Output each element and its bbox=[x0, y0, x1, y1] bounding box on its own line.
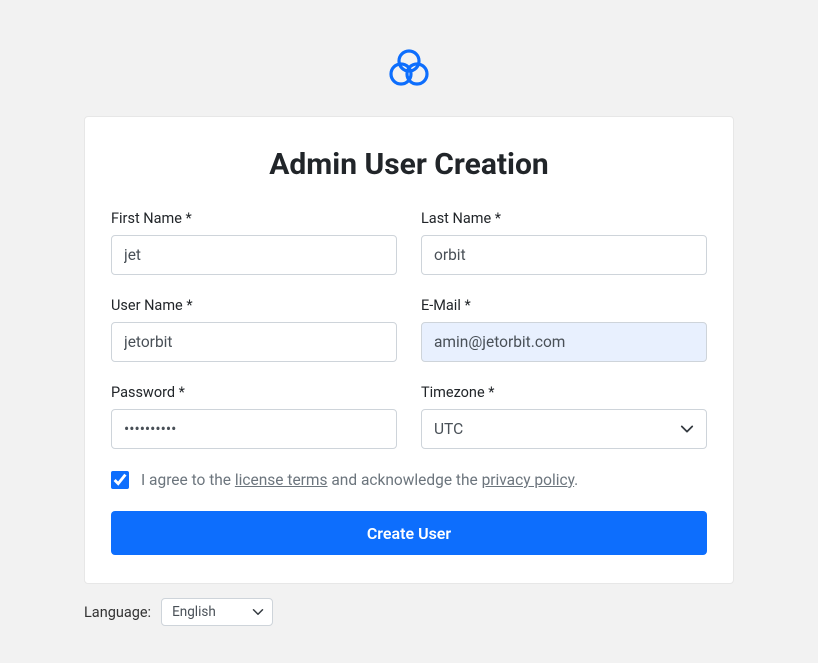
email-group: E-Mail * bbox=[421, 297, 707, 362]
license-terms-link[interactable]: license terms bbox=[235, 471, 328, 489]
timezone-select[interactable]: UTC bbox=[421, 409, 707, 449]
agreement-text: I agree to the license terms and acknowl… bbox=[141, 471, 578, 489]
email-input[interactable] bbox=[421, 322, 707, 362]
first-name-label: First Name * bbox=[111, 210, 397, 227]
user-name-label: User Name * bbox=[111, 297, 397, 314]
password-input[interactable] bbox=[111, 409, 397, 449]
last-name-input[interactable] bbox=[421, 235, 707, 275]
create-user-button[interactable]: Create User bbox=[111, 511, 707, 555]
page-title: Admin User Creation bbox=[111, 147, 707, 182]
user-name-group: User Name * bbox=[111, 297, 397, 362]
timezone-label: Timezone * bbox=[421, 384, 707, 401]
last-name-label: Last Name * bbox=[421, 210, 707, 227]
last-name-group: Last Name * bbox=[421, 210, 707, 275]
user-name-input[interactable] bbox=[111, 322, 397, 362]
language-row: Language: English bbox=[84, 598, 734, 626]
logo-icon bbox=[385, 44, 433, 96]
password-group: Password * bbox=[111, 384, 397, 449]
admin-user-creation-card: Admin User Creation First Name * Last Na… bbox=[84, 116, 734, 584]
agreement-row: I agree to the license terms and acknowl… bbox=[111, 471, 707, 489]
language-select[interactable]: English bbox=[161, 598, 273, 626]
first-name-group: First Name * bbox=[111, 210, 397, 275]
first-name-input[interactable] bbox=[111, 235, 397, 275]
language-label: Language: bbox=[84, 604, 151, 621]
privacy-policy-link[interactable]: privacy policy bbox=[482, 471, 575, 489]
agreement-checkbox[interactable] bbox=[111, 471, 129, 489]
email-label: E-Mail * bbox=[421, 297, 707, 314]
password-label: Password * bbox=[111, 384, 397, 401]
timezone-group: Timezone * UTC bbox=[421, 384, 707, 449]
